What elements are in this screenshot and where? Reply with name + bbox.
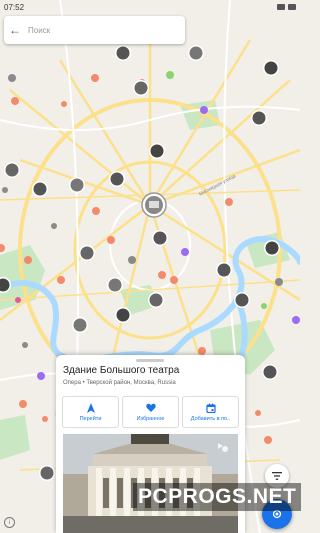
info-icon[interactable]: i (4, 517, 15, 528)
photo-marker (264, 240, 280, 256)
place-dot (19, 400, 27, 408)
place-dot (24, 256, 32, 264)
photo-marker (32, 181, 48, 197)
photo-marker (234, 292, 250, 308)
photo-marker-selected (141, 192, 167, 218)
place-dot (22, 342, 28, 348)
status-time: 07:52 (4, 2, 25, 12)
favorite-label: Избранное (136, 415, 165, 422)
place-dot (107, 236, 115, 244)
place-dot (275, 278, 283, 286)
place-subtitle: Опера • Тверской район, Москва, Russia (63, 380, 176, 386)
photo-marker (188, 45, 204, 61)
photo-marker (79, 245, 95, 261)
add-to-plan-button[interactable]: Добавить в по.. (182, 396, 239, 428)
photo-marker (149, 143, 165, 159)
place-dot (15, 297, 21, 303)
photo-marker (152, 230, 168, 246)
navigate-button[interactable]: Перейти (62, 396, 119, 428)
photo-marker (263, 60, 279, 76)
place-dot (128, 256, 136, 264)
wifi-icon (277, 4, 285, 10)
place-dot (92, 207, 100, 215)
place-dot (181, 248, 189, 256)
status-icons (277, 4, 296, 10)
place-dot (292, 316, 300, 324)
place-dot (158, 271, 166, 279)
place-dot (61, 101, 67, 107)
add-to-plan-label: Добавить в по.. (190, 415, 231, 422)
photo-marker (69, 177, 85, 193)
place-dot (51, 223, 57, 229)
place-dot (37, 372, 45, 380)
navigate-label: Перейти (79, 415, 102, 422)
place-dot (91, 74, 99, 82)
photo-marker (148, 292, 164, 308)
photo-marker (115, 307, 131, 323)
photo-marker (107, 277, 123, 293)
place-dot (264, 436, 272, 444)
place-dot (225, 198, 233, 206)
place-dot (11, 97, 19, 105)
photo-marker (115, 45, 131, 61)
photo-marker (109, 171, 125, 187)
favorite-button[interactable]: Избранное (122, 396, 179, 428)
drag-handle[interactable] (136, 359, 164, 362)
calendar-icon (205, 403, 216, 413)
search-bar[interactable]: ← (4, 16, 185, 44)
place-title: Здание Большого театра (63, 365, 180, 376)
photo-marker (72, 317, 88, 333)
watermark: PCPROGS.NET (133, 483, 302, 511)
place-dot (166, 71, 174, 79)
photo-marker (216, 262, 232, 278)
place-dot (170, 276, 178, 284)
photo-marker (39, 465, 55, 481)
back-arrow-icon[interactable]: ← (4, 23, 26, 37)
action-row: Перейти Избранное Добавить в по.. (62, 396, 239, 428)
filter-icon (272, 472, 282, 480)
place-dot (255, 410, 261, 416)
battery-icon (288, 4, 296, 10)
status-bar: 07:52 (0, 0, 300, 14)
place-dot (2, 187, 8, 193)
photo-marker (251, 110, 267, 126)
place-dot (198, 347, 206, 355)
photo-marker (133, 80, 149, 96)
heart-icon (145, 403, 156, 412)
place-dot (57, 276, 65, 284)
place-dot (200, 106, 208, 114)
navigate-icon (86, 402, 95, 413)
photo-marker (262, 364, 278, 380)
place-dot (42, 416, 48, 422)
photo-marker (4, 162, 20, 178)
place-dot (8, 74, 16, 82)
search-input[interactable] (26, 24, 180, 36)
place-dot (261, 303, 267, 309)
